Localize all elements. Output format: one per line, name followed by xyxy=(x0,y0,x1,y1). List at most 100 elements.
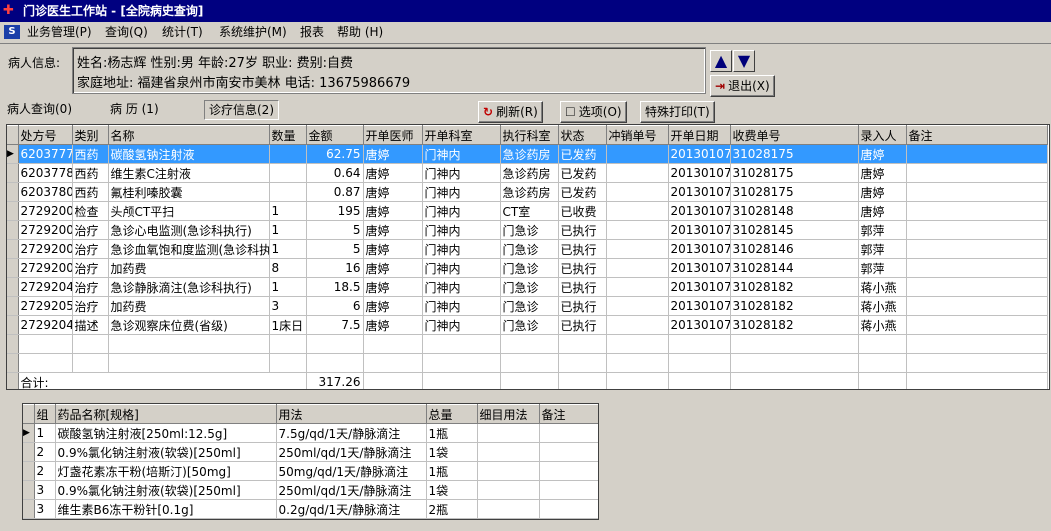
table-cell: 50mg/qd/1天/静脉滴注 xyxy=(276,461,427,481)
menu-help[interactable]: 帮助 (H) xyxy=(337,25,383,40)
next-record-button[interactable]: ▼ xyxy=(733,50,755,72)
exit-button[interactable]: ⇥ 退出(X) xyxy=(710,75,775,97)
table-cell: 氟桂利嗪胶囊 xyxy=(108,182,270,202)
table-row[interactable]: 2729200治疗急诊血氧饱和度监测(急诊科执行)15唐婷门神内门急诊已执行 20… xyxy=(7,239,1048,259)
table-cell: 2729204 xyxy=(18,315,73,335)
table-cell: 20130107 xyxy=(668,163,731,183)
table-row[interactable]: 2729200 治疗 急诊心电监测(急诊科执行) 1 5 唐婷 门神内 门急诊 已执行 20130… xyxy=(7,220,1048,240)
row-indicator[interactable] xyxy=(7,182,19,202)
table-cell: 唐婷 xyxy=(858,182,907,202)
table-row[interactable]: 2 灯盏花素冻干粉(培斯汀)[50mg] 50mg/qd/1天/静脉滴注 1瓶 xyxy=(23,461,598,481)
table-row[interactable]: 3 维生素B6冻干粉针[0.1g] 0.2g/qd/1天/静脉滴注 2瓶 xyxy=(23,499,598,519)
table-cell: 3 xyxy=(34,480,56,500)
table-cell xyxy=(477,480,540,500)
row-indicator[interactable] xyxy=(23,499,35,519)
tab-patient-query[interactable]: 病人查询(0) xyxy=(3,100,76,118)
table-row[interactable]: 3 0.9%氯化钠注射液(软袋)[250ml] 250ml/qd/1天/静脉滴注 1袋 xyxy=(23,480,598,500)
table-row[interactable]: 2 0.9%氯化钠注射液(软袋)[250ml] 250ml/qd/1天/静脉滴注 1袋 xyxy=(23,442,598,462)
row-indicator[interactable] xyxy=(7,277,19,297)
table-cell: 2729205 xyxy=(18,296,73,316)
empty-cell xyxy=(606,372,669,389)
table-cell: 31028148 xyxy=(730,201,859,221)
table-cell: 门神内 xyxy=(422,315,501,335)
row-indicator[interactable] xyxy=(23,442,35,462)
table-cell: 5 xyxy=(306,239,364,259)
table-cell: 已发药 xyxy=(558,144,607,164)
row-indicator[interactable] xyxy=(7,220,19,240)
menu-app-icon: S xyxy=(4,25,20,39)
table-row[interactable]: ▶ 1 碳酸氢钠注射液[250ml:12.5g] 7.5g/qd/1天/静脉滴注 1瓶 xyxy=(23,423,598,443)
total-row: 合计: 317.26 xyxy=(7,372,1048,389)
row-indicator[interactable]: ▶ xyxy=(7,144,19,164)
table-cell: 62.75 xyxy=(306,144,364,164)
row-indicator[interactable] xyxy=(7,353,19,373)
empty-cell xyxy=(306,353,364,373)
table-cell: 唐婷 xyxy=(858,201,907,221)
table-row[interactable]: ▶ 6203777 西药 碳酸氢钠注射液 62.75 唐婷 门神内 急诊药房 已发药 201301… xyxy=(7,144,1048,164)
table-cell: 1 xyxy=(269,277,307,297)
menu-reports[interactable]: 报表 xyxy=(300,25,324,40)
table-cell: 描述 xyxy=(72,315,109,335)
empty-cell xyxy=(18,334,73,354)
table-cell: 20130107 xyxy=(668,296,731,316)
table-row[interactable]: 2729205 治疗 加药费 3 6 唐婷 门神内 门急诊 已执行 20130107 3102818… xyxy=(7,296,1048,316)
table-cell: 加药费 xyxy=(108,258,270,278)
table-cell xyxy=(477,423,540,443)
column-header: 执行科室 xyxy=(500,125,559,145)
row-indicator[interactable] xyxy=(7,239,19,259)
table-cell: 门急诊 xyxy=(500,277,559,297)
row-indicator[interactable] xyxy=(7,296,19,316)
row-indicator[interactable] xyxy=(23,461,35,481)
empty-cell xyxy=(363,353,423,373)
menu-system[interactable]: 系统维护(M) xyxy=(219,25,287,40)
empty-cell xyxy=(500,372,559,389)
menu-business[interactable]: 业务管理(P) xyxy=(27,25,92,40)
row-indicator[interactable] xyxy=(7,372,19,389)
row-indicator[interactable] xyxy=(23,480,35,500)
row-indicator[interactable] xyxy=(7,315,19,335)
row-indicator[interactable] xyxy=(7,201,19,221)
table-cell: 0.9%氯化钠注射液(软袋)[250ml] xyxy=(55,442,277,462)
refresh-button[interactable]: ↻ 刷新(R) xyxy=(478,101,543,123)
special-print-button[interactable]: 特殊打印(T) xyxy=(640,101,715,123)
table-cell xyxy=(269,163,307,183)
table-cell: 灯盏花素冻干粉(培斯汀)[50mg] xyxy=(55,461,277,481)
table-cell: 急诊静脉滴注(急诊科执行) xyxy=(108,277,270,297)
row-indicator[interactable] xyxy=(7,258,19,278)
empty-cell xyxy=(306,334,364,354)
table-cell: 5 xyxy=(306,220,364,240)
table-row[interactable]: 6203780 西药 氟桂利嗪胶囊 0.87 唐婷 门神内 急诊药房 已发药 20130107 3… xyxy=(7,182,1048,202)
row-indicator[interactable] xyxy=(7,334,19,354)
table-cell xyxy=(269,182,307,202)
row-indicator[interactable]: ▶ xyxy=(23,423,35,443)
empty-cell xyxy=(558,334,607,354)
table-cell: 18.5 xyxy=(306,277,364,297)
table-row[interactable]: 2729200 检查 头颅CT平扫 1 195 唐婷 门神内 CT室 已收费 20130107 31… xyxy=(7,201,1048,221)
row-indicator-header xyxy=(23,404,35,424)
row-indicator[interactable] xyxy=(7,163,19,183)
tab-medical-record[interactable]: 病 历 (1) xyxy=(106,100,163,118)
table-cell: 0.9%氯化钠注射液(软袋)[250ml] xyxy=(55,480,277,500)
menu-statistics[interactable]: 统计(T) xyxy=(162,25,203,40)
tab-treatment-info[interactable]: 诊疗信息(2) xyxy=(204,100,279,120)
table-cell: 唐婷 xyxy=(363,277,423,297)
table-cell: 已执行 xyxy=(558,239,607,259)
table-row[interactable]: 2729204 描述 急诊观察床位费(省级) 1床日 7.5 唐婷 门神内 门急诊 已执行 201… xyxy=(7,315,1048,335)
table-cell: 治疗 xyxy=(72,258,109,278)
empty-cell xyxy=(108,353,270,373)
table-cell xyxy=(606,220,669,240)
empty-cell xyxy=(500,334,559,354)
window-title: 门诊医生工作站 - [全院病史查询] xyxy=(23,4,204,18)
empty-cell xyxy=(500,353,559,373)
table-cell xyxy=(606,315,669,335)
table-row[interactable]: 2729204 治疗 急诊静脉滴注(急诊科执行) 1 18.5 唐婷 门神内 门急诊 已执行 20… xyxy=(7,277,1048,297)
menu-query[interactable]: 查询(Q) xyxy=(105,25,148,40)
table-cell: 西药 xyxy=(72,163,109,183)
table-row[interactable]: 6203778 西药 维生素C注射液 0.64 唐婷 门神内 急诊药房 已发药 20130107… xyxy=(7,163,1048,183)
table-row[interactable]: 2729200 治疗 加药费 8 16 唐婷 门神内 门急诊 已执行 20130107 310281… xyxy=(7,258,1048,278)
prev-record-button[interactable]: ▲ xyxy=(710,50,732,72)
table-cell: 门急诊 xyxy=(500,220,559,240)
table-cell xyxy=(539,480,598,500)
table-cell xyxy=(906,277,1048,297)
options-button[interactable]: ☐ 选项(O) xyxy=(560,101,627,123)
